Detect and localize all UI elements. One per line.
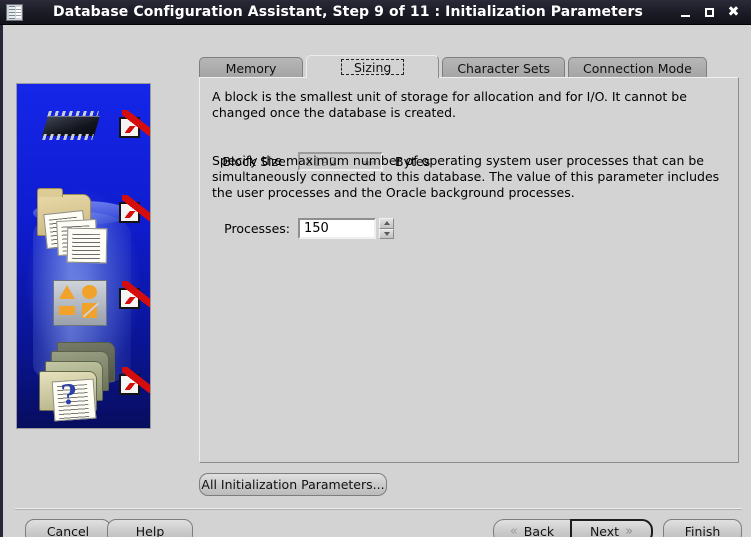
chip-icon <box>39 111 105 141</box>
red-check-icon <box>119 281 150 309</box>
tab-connection-mode[interactable]: Connection Mode <box>568 57 707 78</box>
footer-separator <box>15 508 742 510</box>
processes-spinner <box>379 218 394 239</box>
finish-button[interactable]: Finish <box>663 519 742 537</box>
tab-memory-label: Memory <box>225 60 277 76</box>
window-body: ? Memory Sizing Character Sets Connectio… <box>0 25 751 537</box>
close-icon[interactable]: ✖ <box>727 5 740 19</box>
dbca-window: Database Configuration Assistant, Step 9… <box>0 0 751 537</box>
chevron-right-icon: » <box>625 524 634 537</box>
wizard-illustration-panel: ? <box>17 84 150 428</box>
processes-input[interactable]: 150 <box>298 218 376 239</box>
help-label: Help <box>135 524 165 537</box>
all-initialization-parameters-button[interactable]: All Initialization Parameters... <box>199 473 387 496</box>
spinner-up-icon[interactable] <box>379 218 394 229</box>
back-label: Back <box>523 524 555 537</box>
back-button[interactable]: « Back <box>493 519 570 537</box>
next-label: Next <box>589 524 620 537</box>
next-button[interactable]: Next » <box>570 519 653 537</box>
maximize-icon[interactable] <box>703 6 716 19</box>
finish-label: Finish <box>684 524 721 537</box>
help-button[interactable]: Help <box>107 519 193 537</box>
tab-character-sets[interactable]: Character Sets <box>442 57 566 78</box>
processes-row: Processes: 150 <box>212 218 394 239</box>
navigation-button-group: « Back Next » <box>493 519 653 537</box>
red-check-icon <box>119 195 150 223</box>
sizing-panel: A block is the smallest unit of storage … <box>199 77 739 463</box>
folder-documents-icon <box>31 188 109 264</box>
title-bar: Database Configuration Assistant, Step 9… <box>0 0 751 25</box>
tab-memory[interactable]: Memory <box>199 57 303 78</box>
all-initialization-parameters-label: All Initialization Parameters... <box>201 477 385 492</box>
window-title: Database Configuration Assistant, Step 9… <box>53 4 643 20</box>
folder-stack-question-icon: ? <box>35 342 117 422</box>
tab-sizing-label: Sizing <box>341 59 405 75</box>
tab-character-sets-label: Character Sets <box>457 60 551 76</box>
tab-sizing[interactable]: Sizing <box>306 55 440 78</box>
tab-strip: Memory Sizing Character Sets Connection … <box>199 55 739 78</box>
processes-stepper: 150 <box>298 218 394 239</box>
minimize-icon[interactable] <box>679 6 692 19</box>
cancel-button[interactable]: Cancel <box>25 519 111 537</box>
cancel-label: Cancel <box>46 524 90 537</box>
database-app-icon <box>6 3 23 21</box>
red-check-icon <box>119 110 150 138</box>
processes-description: Specify the maximum number of operating … <box>212 153 720 200</box>
processes-label: Processes: <box>224 221 290 236</box>
block-size-description: A block is the smallest unit of storage … <box>212 89 687 120</box>
shapes-tile-icon <box>53 280 107 326</box>
spinner-down-icon[interactable] <box>379 228 394 239</box>
chevron-left-icon: « <box>509 524 518 537</box>
tab-connection-mode-label: Connection Mode <box>583 60 692 76</box>
red-check-icon <box>119 367 150 395</box>
window-controls: ✖ <box>679 5 740 19</box>
